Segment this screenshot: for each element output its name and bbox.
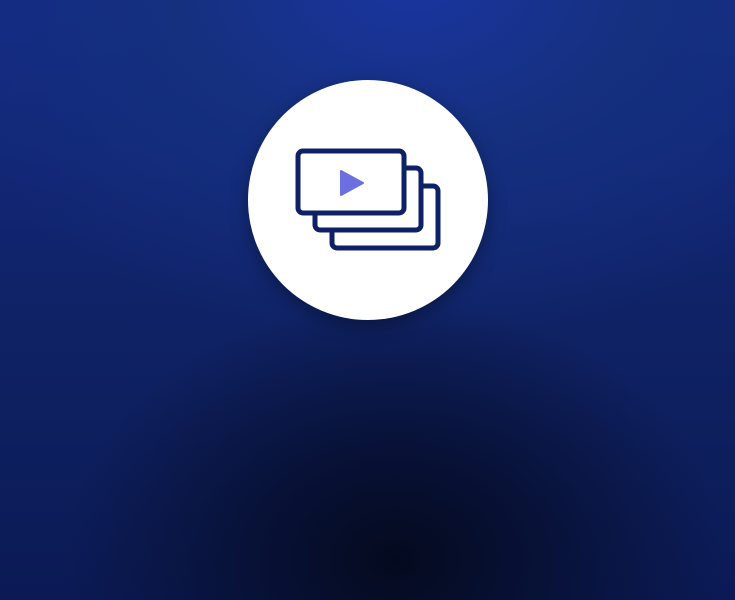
video-stack-icon [295, 148, 441, 251]
media-placeholder-screen [0, 0, 735, 600]
media-badge [248, 80, 488, 320]
